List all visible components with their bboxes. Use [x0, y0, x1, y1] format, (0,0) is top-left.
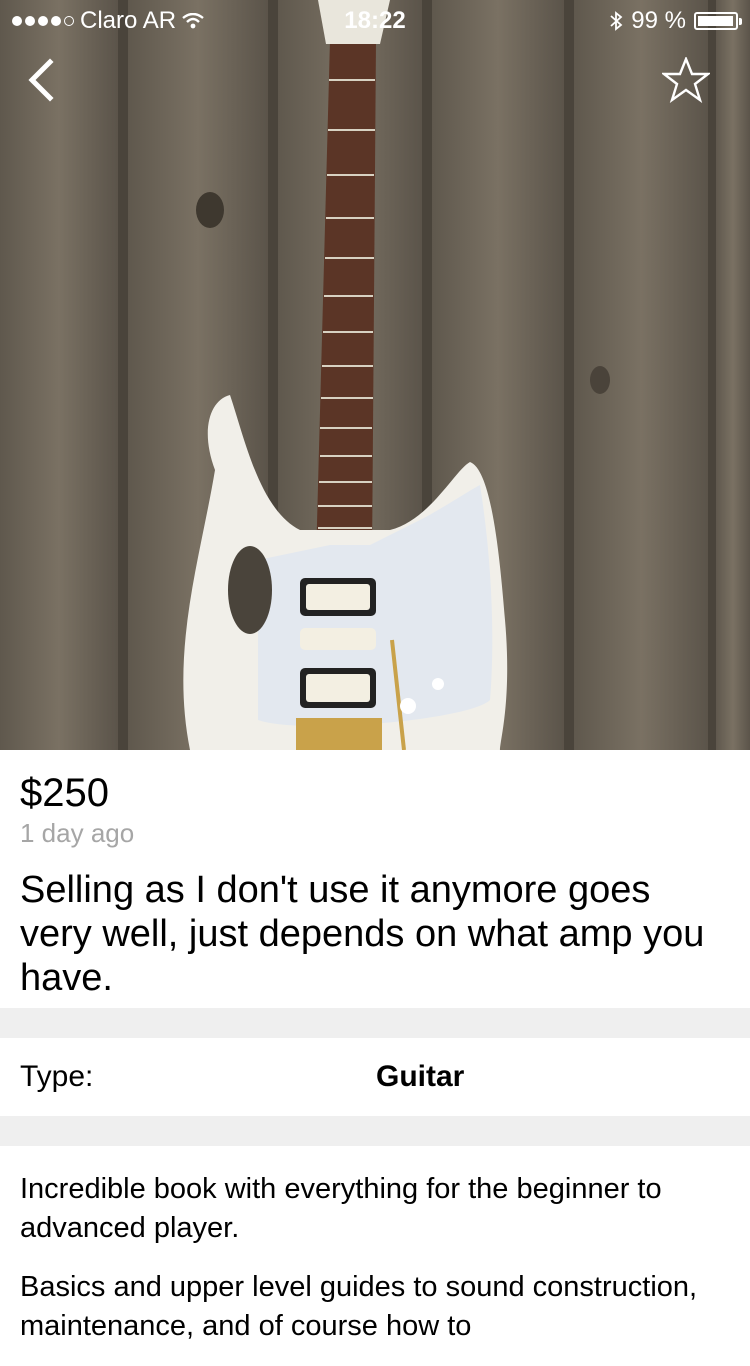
listing-price: $250	[20, 771, 109, 815]
section-divider	[0, 1116, 750, 1146]
attribute-label: Type:	[20, 1060, 94, 1093]
star-outline-icon	[662, 57, 710, 103]
attribute-row-type: Type: Guitar	[0, 1038, 750, 1116]
bluetooth-icon	[610, 11, 623, 31]
description-paragraph: Incredible book with everything for the …	[20, 1173, 662, 1244]
back-button[interactable]	[14, 52, 70, 108]
description-paragraph: Basics and upper level guides to sound c…	[20, 1271, 698, 1342]
battery-percent: 99 %	[631, 7, 686, 34]
status-bar: Claro AR 18:22 99 %	[0, 0, 750, 40]
attribute-value: Guitar	[376, 1060, 465, 1093]
listing-details: $250 1 day ago Selling as I don't use it…	[0, 750, 750, 1366]
battery-icon	[694, 12, 742, 30]
back-chevron-icon	[28, 58, 54, 102]
guitar-photo-illustration	[0, 0, 750, 750]
section-divider	[0, 1008, 750, 1038]
posted-time: 1 day ago	[20, 818, 135, 848]
listing-description: Incredible book with everything for the …	[0, 1146, 750, 1346]
favorite-button[interactable]	[658, 52, 714, 108]
listing-title: Selling as I don't use it anymore goes v…	[20, 869, 705, 999]
listing-photo[interactable]: Claro AR 18:22 99 %	[0, 0, 750, 750]
